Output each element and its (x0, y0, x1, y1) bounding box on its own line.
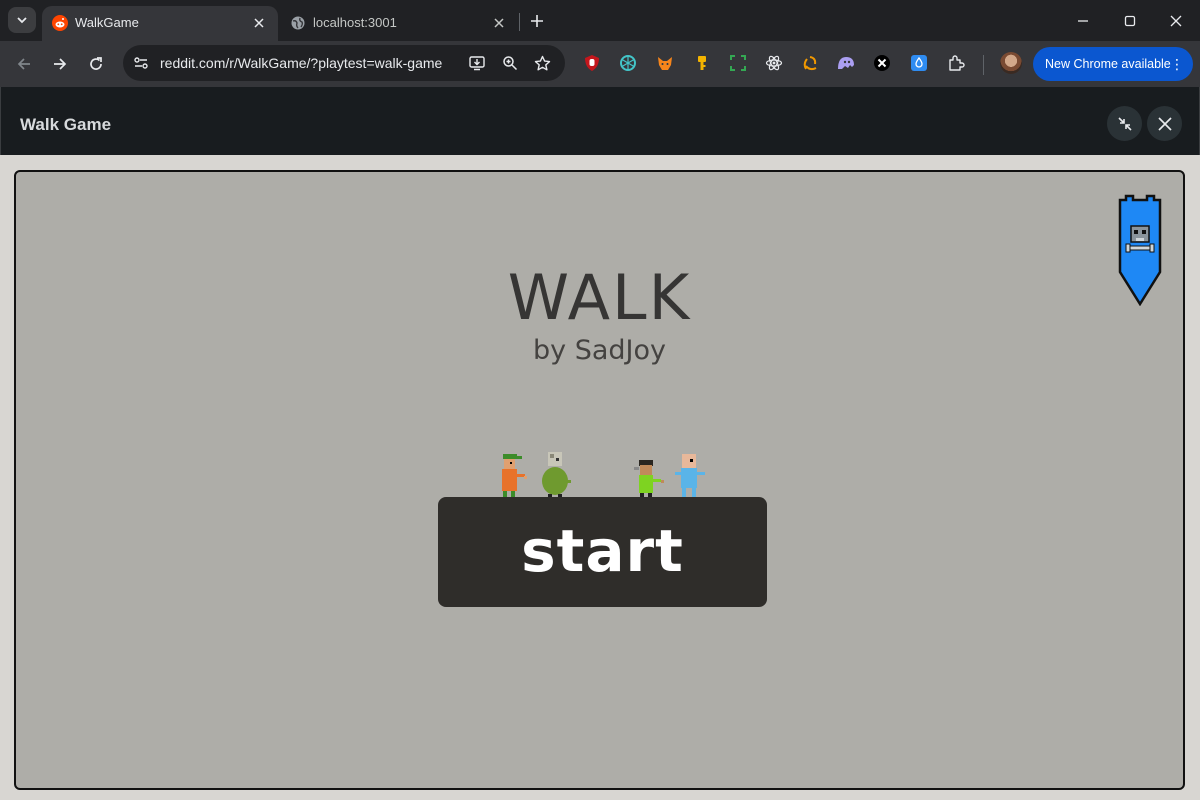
plus-icon (531, 15, 543, 27)
zoom-icon[interactable] (500, 53, 520, 73)
tab-walkgame[interactable]: WalkGame (42, 6, 278, 41)
pirate-banner-icon[interactable] (1117, 194, 1163, 306)
screenshot-icon[interactable] (728, 53, 748, 73)
tab-strip: WalkGame localhost:3001 (0, 0, 1200, 41)
start-label: start (521, 517, 684, 585)
more-menu-icon[interactable]: ⋮ (1170, 56, 1184, 72)
redux-icon[interactable] (800, 53, 820, 73)
tab-localhost[interactable]: localhost:3001 (280, 6, 518, 41)
game-title: Walk Game (20, 115, 112, 134)
forward-button[interactable] (47, 51, 73, 77)
site-settings-icon[interactable] (131, 53, 151, 73)
tab-title: localhost:3001 (313, 15, 397, 30)
game-logo-title: WALK (507, 261, 692, 334)
tab-separator (519, 13, 520, 31)
close-icon (1170, 15, 1182, 27)
minimize-icon (1078, 20, 1088, 22)
reddit-icon (52, 15, 68, 31)
game-author: by SadJoy (533, 335, 666, 366)
reload-icon (90, 57, 102, 70)
game-canvas[interactable]: WALK by SadJoy start (14, 170, 1185, 790)
extensions-puzzle-icon[interactable] (946, 53, 966, 73)
chevron-down-icon (17, 17, 27, 24)
close-icon[interactable] (490, 14, 508, 32)
window-close-button[interactable] (1163, 8, 1189, 34)
maximize-icon (1124, 15, 1136, 27)
exit-fullscreen-button[interactable] (1107, 106, 1142, 141)
ghost-icon[interactable] (836, 53, 856, 73)
arrow-left-icon (17, 58, 30, 70)
react-devtools-icon[interactable] (764, 53, 784, 73)
game-frame: WALK by SadJoy start (0, 155, 1200, 800)
close-icon (1157, 116, 1172, 131)
start-button[interactable]: start (438, 497, 767, 607)
browser-toolbar: reddit.com/r/WalkGame/?playtest=walk-gam… (0, 41, 1200, 87)
update-label: New Chrome available (1045, 57, 1171, 71)
toolbar-separator (983, 55, 984, 75)
shield-icon[interactable] (909, 53, 929, 73)
x-icon[interactable] (872, 53, 892, 73)
back-button[interactable] (11, 51, 37, 77)
reload-button[interactable] (83, 51, 109, 77)
close-game-button[interactable] (1147, 106, 1182, 141)
maximize-button[interactable] (1117, 8, 1143, 34)
ublock-icon[interactable] (582, 53, 602, 73)
minimize-arrows-icon (1117, 116, 1132, 131)
new-tab-button[interactable] (526, 10, 548, 32)
chrome-update-button[interactable]: New Chrome available ⋮ (1033, 47, 1193, 81)
globe-icon (290, 15, 306, 31)
tab-search-button[interactable] (8, 7, 36, 33)
tab-title: WalkGame (75, 15, 139, 30)
url-text: reddit.com/r/WalkGame/?playtest=walk-gam… (160, 55, 443, 71)
minimize-button[interactable] (1070, 8, 1096, 34)
close-icon[interactable] (250, 14, 268, 32)
arrow-right-icon (54, 58, 67, 70)
key-icon[interactable] (692, 53, 712, 73)
game-header: Walk Game (0, 87, 1200, 155)
bookmark-star-icon[interactable] (532, 53, 552, 73)
install-app-icon[interactable] (467, 53, 487, 73)
openai-icon[interactable] (618, 53, 638, 73)
metamask-icon[interactable] (655, 53, 675, 73)
address-bar[interactable]: reddit.com/r/WalkGame/?playtest=walk-gam… (123, 45, 565, 81)
profile-avatar[interactable] (1000, 52, 1022, 74)
